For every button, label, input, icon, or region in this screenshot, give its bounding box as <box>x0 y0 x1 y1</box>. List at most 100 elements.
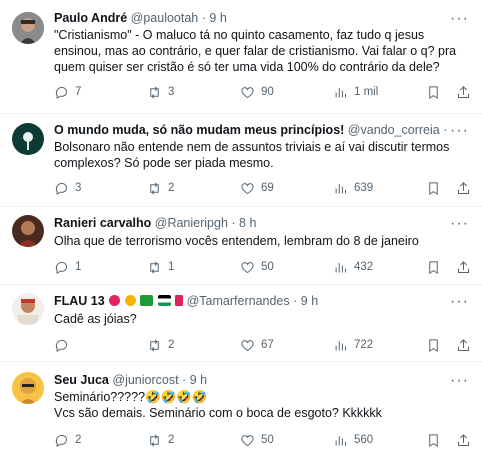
tweet-actions: 2 2 50 560 <box>54 432 474 448</box>
heart-icon <box>241 182 254 194</box>
reply-icon <box>55 86 67 99</box>
retweet-icon <box>150 86 159 98</box>
share-button[interactable] <box>456 432 471 448</box>
bookmark-button[interactable] <box>426 432 441 448</box>
separator-dot: · <box>443 123 446 137</box>
tweet-actions: 7 3 90 1 mil <box>54 84 474 100</box>
reply-button[interactable] <box>54 337 75 353</box>
share-button[interactable] <box>456 259 471 275</box>
like-count: 67 <box>261 339 274 351</box>
author-handle[interactable]: @vando_correia <box>348 123 440 137</box>
tweet-actions: 1 1 50 432 <box>54 259 474 275</box>
timestamp[interactable]: 9 h <box>190 373 207 387</box>
tweet-text-line: Seminário?????🤣🤣🤣🤣 <box>54 390 208 404</box>
heart-emoji-icon <box>109 295 121 306</box>
share-button[interactable] <box>456 180 471 196</box>
brazil-flag-icon <box>140 295 154 306</box>
views-icon <box>335 340 346 350</box>
reply-count: 3 <box>75 182 82 194</box>
separator-dot: · <box>293 294 298 308</box>
bookmark-button[interactable] <box>426 180 441 196</box>
reply-icon <box>55 182 67 195</box>
views-count: 639 <box>354 182 374 194</box>
retweet-button[interactable]: 2 <box>147 337 174 353</box>
views-button[interactable]: 432 <box>333 259 373 275</box>
tweet-text: "Cristianismo" - O maluco tá no quinto c… <box>54 28 457 74</box>
author-name[interactable]: FLAU 13 <box>54 294 105 308</box>
share-icon <box>458 85 469 98</box>
star-emoji-icon <box>124 295 136 306</box>
like-count: 50 <box>261 261 274 273</box>
like-count: 90 <box>261 86 274 98</box>
reply-button[interactable]: 3 <box>54 180 81 196</box>
share-icon <box>458 260 469 273</box>
like-count: 69 <box>261 182 274 194</box>
avatar[interactable] <box>12 293 44 325</box>
bookmark-button[interactable] <box>426 84 441 100</box>
timestamp[interactable]: 9 h <box>209 11 226 25</box>
author-handle[interactable]: @Tamarfernandes <box>187 294 290 308</box>
share-button[interactable] <box>456 337 471 353</box>
tweet-actions: 2 67 722 <box>54 337 474 353</box>
tweet[interactable]: O mundo muda, só não mudam meus princípi… <box>0 114 482 207</box>
retweet-icon <box>150 182 159 194</box>
like-button[interactable]: 90 <box>240 84 274 100</box>
separator-dot: · <box>231 216 236 230</box>
bookmark-button[interactable] <box>426 337 441 353</box>
retweet-button[interactable]: 1 <box>147 259 174 275</box>
views-button[interactable]: 560 <box>333 432 373 448</box>
separator-dot: · <box>201 11 206 25</box>
timestamp[interactable]: 8 h <box>239 216 256 230</box>
author-name[interactable]: O mundo muda, só não mudam meus princípi… <box>54 123 344 137</box>
reply-count: 1 <box>75 261 82 273</box>
retweet-count: 1 <box>168 261 175 273</box>
author-name[interactable]: Seu Juca <box>54 373 109 387</box>
retweet-count: 2 <box>168 182 175 194</box>
share-icon <box>458 181 469 194</box>
author-name[interactable]: Ranieri carvalho <box>54 216 151 230</box>
avatar[interactable] <box>12 372 44 404</box>
author-handle[interactable]: @juniorcost <box>112 373 178 387</box>
share-icon <box>458 433 469 446</box>
like-button[interactable]: 50 <box>240 259 274 275</box>
reply-button[interactable]: 7 <box>54 84 81 100</box>
views-icon <box>335 183 346 193</box>
views-button[interactable]: 1 mil <box>333 84 378 100</box>
views-icon <box>335 87 346 97</box>
timestamp[interactable]: 9 h <box>301 294 318 308</box>
retweet-count: 2 <box>168 434 175 446</box>
like-button[interactable]: 69 <box>240 180 274 196</box>
author-name[interactable]: Paulo André <box>54 11 127 25</box>
tweet-actions: 3 2 69 639 <box>54 180 474 196</box>
views-button[interactable]: 722 <box>333 337 373 353</box>
avatar[interactable] <box>12 12 44 44</box>
reply-button[interactable]: 2 <box>54 432 81 448</box>
author-handle[interactable]: @paulootah <box>131 11 199 25</box>
share-button[interactable] <box>456 84 471 100</box>
views-count: 432 <box>354 261 374 273</box>
tweet[interactable]: Paulo André @paulootah · 9 h ··· "Cristi… <box>0 0 482 114</box>
heart-icon <box>241 261 254 273</box>
views-count: 1 mil <box>354 86 379 98</box>
bookmark-button[interactable] <box>426 259 441 275</box>
retweet-button[interactable]: 2 <box>147 432 174 448</box>
views-count: 722 <box>354 339 374 351</box>
like-button[interactable]: 50 <box>240 432 274 448</box>
retweet-button[interactable]: 3 <box>147 84 174 100</box>
tweet[interactable]: FLAU 13 @Tamarfernandes · 9 h ··· Cadê a… <box>0 285 482 362</box>
tweet[interactable]: Ranieri carvalho @Ranieripgh · 8 h ··· O… <box>0 207 482 285</box>
like-button[interactable]: 67 <box>240 337 274 353</box>
bookmark-icon <box>429 260 438 274</box>
avatar[interactable] <box>12 123 44 155</box>
reply-icon <box>55 434 67 447</box>
tweet-text-line: Vcs são demais. Seminário com o boca de … <box>54 406 382 420</box>
reply-button[interactable]: 1 <box>54 259 81 275</box>
avatar[interactable] <box>12 215 44 247</box>
author-handle[interactable]: @Ranieripgh <box>155 216 228 230</box>
tweet[interactable]: Seu Juca @juniorcost · 9 h ··· Seminário… <box>0 362 482 454</box>
views-button[interactable]: 639 <box>333 180 373 196</box>
bookmark-icon <box>429 85 438 99</box>
bookmark-icon <box>429 181 438 195</box>
tweet-text: Cadê as jóias? <box>54 312 137 326</box>
retweet-button[interactable]: 2 <box>147 180 174 196</box>
